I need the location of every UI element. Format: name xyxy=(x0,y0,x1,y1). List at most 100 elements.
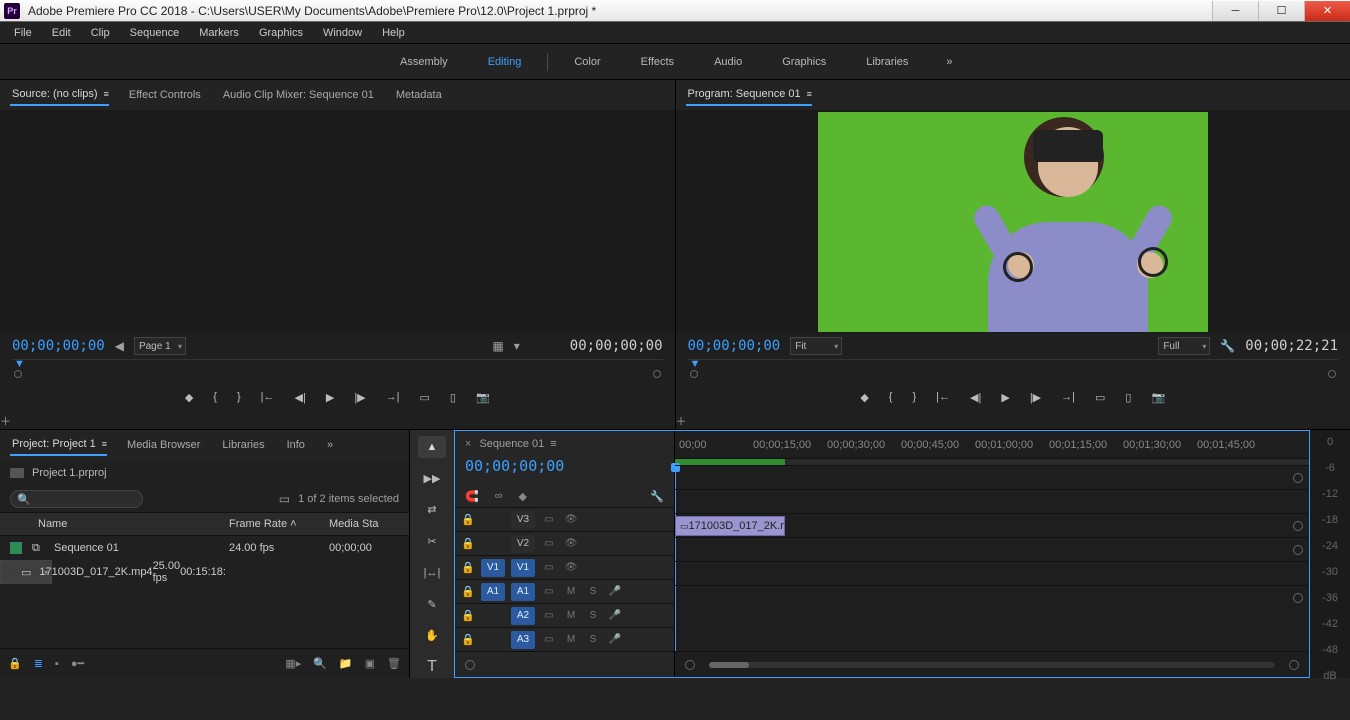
p-marker-button[interactable]: ◆ xyxy=(860,391,868,404)
timeline-tab[interactable]: Sequence 01 xyxy=(479,438,544,450)
tl-row-v2[interactable] xyxy=(675,489,1309,513)
tl-row-v1[interactable]: ▭ 171003D_017_2K.mp4 xyxy=(675,513,1309,537)
timeline-ruler[interactable]: 00;00 00;00;15;00 00;00;30;00 00;00;45;0… xyxy=(675,431,1309,459)
track-select-tool[interactable]: ▶▶ xyxy=(418,468,446,490)
col-frame-rate[interactable]: Frame Rate ˄ xyxy=(229,518,329,530)
keyframe-circle[interactable] xyxy=(1293,473,1303,483)
mark-in-button[interactable]: { xyxy=(213,391,217,403)
overwrite-button[interactable]: ▯ xyxy=(450,391,456,404)
marker-button[interactable]: ◆ xyxy=(185,391,193,404)
tab-media-browser[interactable]: Media Browser xyxy=(125,435,202,455)
project-row-clip[interactable]: ▭ 171003D_017_2K.mp4 25.00 fps 00:15:18: xyxy=(0,560,52,584)
source-prev-page[interactable]: ◀ xyxy=(115,339,124,353)
pen-tool[interactable]: ✎ xyxy=(418,594,446,616)
program-monitor[interactable] xyxy=(676,110,1350,333)
ripple-edit-tool[interactable]: ⇄ xyxy=(418,499,446,521)
workspace-effects[interactable]: Effects xyxy=(621,48,694,76)
insert-button[interactable]: ▭ xyxy=(420,391,430,404)
p-play-button[interactable]: ▶ xyxy=(1001,391,1009,404)
tab-audio-clip-mixer[interactable]: Audio Clip Mixer: Sequence 01 xyxy=(221,85,376,105)
timeline-tab-menu-icon[interactable]: ≡ xyxy=(550,438,556,450)
keyframe-circle[interactable] xyxy=(1293,521,1303,531)
go-to-in-button[interactable]: |← xyxy=(261,391,275,403)
menu-window[interactable]: Window xyxy=(313,24,372,42)
track-a3[interactable]: 🔒A3▭MS🎤 xyxy=(455,627,674,651)
menu-clip[interactable]: Clip xyxy=(81,24,120,42)
source-add-button[interactable]: ＋ xyxy=(0,416,11,428)
settings-button[interactable]: 🔧 xyxy=(650,490,664,503)
project-tabs-overflow[interactable]: » xyxy=(325,435,335,455)
program-tc-current[interactable]: 00;00;00;00 xyxy=(688,338,781,354)
program-ruler[interactable]: ▼ xyxy=(688,359,1339,381)
col-media-start[interactable]: Media Sta xyxy=(329,518,399,530)
source-monitor[interactable] xyxy=(0,110,675,333)
tab-metadata[interactable]: Metadata xyxy=(394,85,444,105)
p-go-to-out-button[interactable]: →| xyxy=(1061,391,1075,403)
maximize-button[interactable]: ☐ xyxy=(1258,1,1304,21)
timeline-tracks[interactable]: ▭ 171003D_017_2K.mp4 xyxy=(675,465,1309,651)
find-button[interactable]: 🔍 xyxy=(313,657,327,670)
go-to-out-button[interactable]: →| xyxy=(386,391,400,403)
type-tool[interactable]: T xyxy=(418,657,446,679)
tab-project[interactable]: Project: Project 1≡ xyxy=(10,434,107,456)
tl-row-a2[interactable] xyxy=(675,561,1309,585)
icon-view-button[interactable]: ▪ xyxy=(55,658,59,670)
wrench-icon[interactable]: 🔧 xyxy=(1220,339,1235,353)
source-playhead-icon[interactable]: ▼ xyxy=(14,358,25,370)
source-zoom-left[interactable] xyxy=(14,370,22,378)
freeform-view-button[interactable]: ●━ xyxy=(71,657,84,670)
program-res-select[interactable]: Full xyxy=(1158,337,1210,355)
keyframe-circle[interactable] xyxy=(1293,593,1303,603)
track-v3[interactable]: 🔒V3▭👁 xyxy=(455,507,674,531)
menu-graphics[interactable]: Graphics xyxy=(249,24,313,42)
selection-tool[interactable]: ▲ xyxy=(418,436,446,458)
tl-row-v3[interactable] xyxy=(675,465,1309,489)
tab-source[interactable]: Source: (no clips)≡ xyxy=(10,84,109,106)
keyframe-circle[interactable] xyxy=(1293,545,1303,555)
p-go-to-in-button[interactable]: |← xyxy=(936,391,950,403)
workspace-graphics[interactable]: Graphics xyxy=(762,48,846,76)
add-marker-button[interactable]: ◆ xyxy=(519,490,527,503)
source-ruler[interactable]: ▼ xyxy=(12,359,663,381)
tl-scroll-right[interactable] xyxy=(1289,660,1299,670)
tl-row-a1[interactable] xyxy=(675,537,1309,561)
close-button[interactable]: ✕ xyxy=(1304,1,1350,21)
folder-new-icon[interactable]: ▭ xyxy=(279,492,290,506)
program-zoom-left[interactable] xyxy=(690,370,698,378)
menu-markers[interactable]: Markers xyxy=(189,24,249,42)
step-fwd-button[interactable]: |▶ xyxy=(354,391,365,404)
timeline-tab-close[interactable]: × xyxy=(465,438,471,450)
workspace-editing[interactable]: Editing xyxy=(468,48,542,76)
tab-libraries[interactable]: Libraries xyxy=(220,435,266,455)
p-lift-button[interactable]: ▭ xyxy=(1095,391,1105,404)
source-dropdown-icon[interactable]: ▾ xyxy=(514,339,520,353)
p-export-frame-button[interactable]: 📷 xyxy=(1151,391,1165,404)
snap-button[interactable]: 🧲 xyxy=(465,490,479,503)
p-mark-in-button[interactable]: { xyxy=(889,391,893,403)
menu-edit[interactable]: Edit xyxy=(42,24,81,42)
project-search-input[interactable]: 🔍 xyxy=(10,490,143,508)
tl-zoom-left[interactable] xyxy=(465,660,475,670)
track-v1[interactable]: 🔒V1V1▭👁 xyxy=(455,555,674,579)
menu-file[interactable]: File xyxy=(4,24,42,42)
lock-icon[interactable]: 🔒 xyxy=(8,657,22,670)
auto-seq-button[interactable]: ▦▸ xyxy=(285,657,301,670)
track-v2[interactable]: 🔒V2▭👁 xyxy=(455,531,674,555)
workspace-libraries[interactable]: Libraries xyxy=(846,48,928,76)
p-mark-out-button[interactable]: } xyxy=(912,391,916,403)
menu-help[interactable]: Help xyxy=(372,24,415,42)
source-tc-current[interactable]: 00;00;00;00 xyxy=(12,338,105,354)
step-back-button[interactable]: ◀| xyxy=(295,391,306,404)
slip-tool[interactable]: |↔| xyxy=(418,562,446,584)
source-zoom-right[interactable] xyxy=(653,370,661,378)
workspace-assembly[interactable]: Assembly xyxy=(380,48,468,76)
program-zoom-right[interactable] xyxy=(1328,370,1336,378)
track-a2[interactable]: 🔒A2▭MS🎤 xyxy=(455,603,674,627)
workspace-color[interactable]: Color xyxy=(554,48,620,76)
source-page-select[interactable]: Page 1 xyxy=(134,337,186,355)
tab-effect-controls[interactable]: Effect Controls xyxy=(127,85,203,105)
timeline-clip[interactable]: ▭ 171003D_017_2K.mp4 xyxy=(675,516,785,536)
tab-info[interactable]: Info xyxy=(285,435,307,455)
play-button[interactable]: ▶ xyxy=(326,391,334,404)
minimize-button[interactable]: ─ xyxy=(1212,1,1258,21)
